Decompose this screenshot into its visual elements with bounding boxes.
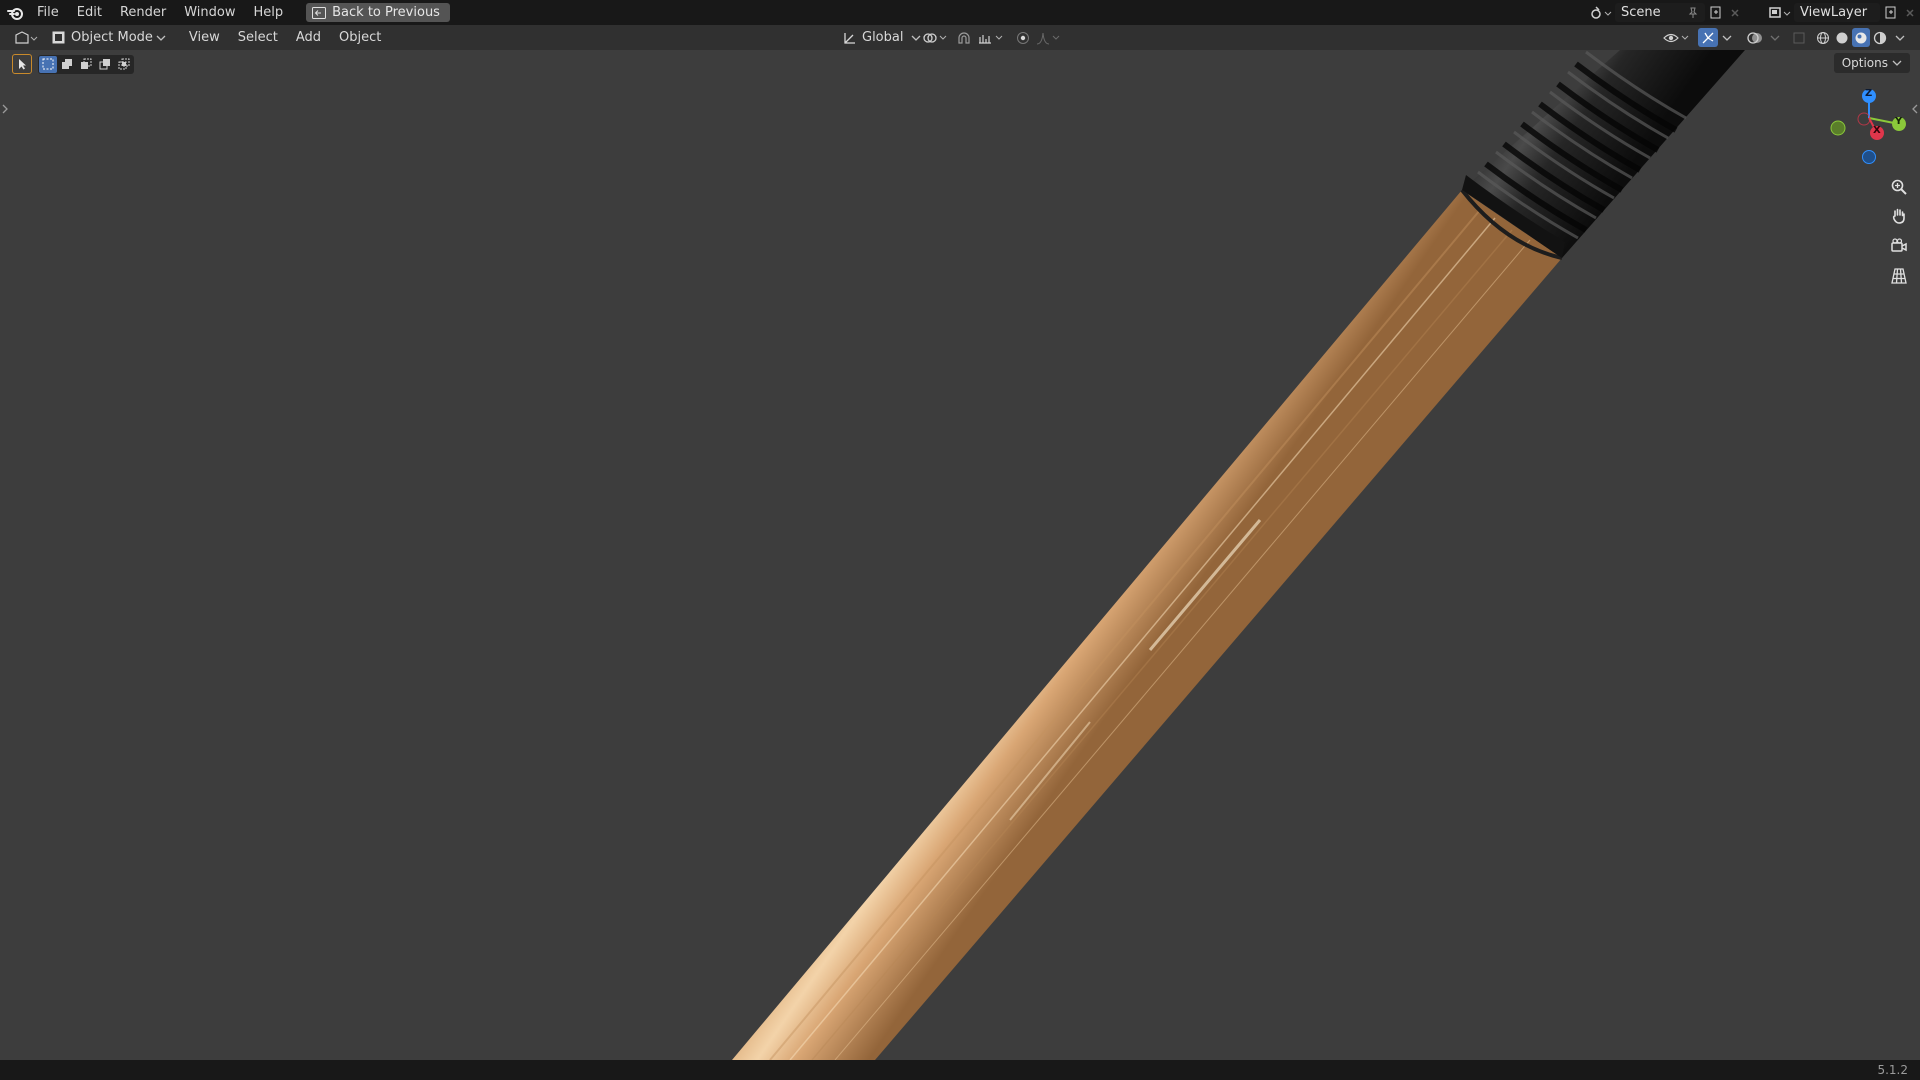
zoom-icon bbox=[1890, 178, 1908, 196]
shading-dropdown-icon[interactable] bbox=[1893, 28, 1907, 47]
chevron-down-icon bbox=[1892, 59, 1902, 67]
transform-orientation-dropdown[interactable]: Global bbox=[838, 28, 925, 47]
menu-select[interactable]: Select bbox=[233, 28, 283, 47]
view-layer-name: ViewLayer bbox=[1800, 5, 1868, 20]
3d-viewport[interactable] bbox=[0, 50, 1920, 1060]
menu-window[interactable]: Window bbox=[175, 0, 244, 25]
snap-icon[interactable] bbox=[955, 28, 973, 47]
snap-target-icon[interactable] bbox=[976, 28, 1006, 47]
select-invert-icon[interactable] bbox=[96, 56, 114, 73]
options-label: Options bbox=[1841, 56, 1888, 70]
menu-render[interactable]: Render bbox=[111, 0, 175, 25]
pivot-point-icon[interactable] bbox=[920, 28, 950, 47]
view-layer-browse-icon[interactable] bbox=[1766, 6, 1794, 20]
menu-help[interactable]: Help bbox=[245, 0, 293, 25]
zoom-view-button[interactable] bbox=[1886, 174, 1912, 200]
shading-material-icon[interactable] bbox=[1852, 28, 1870, 47]
viewport-header: Object Mode View Select Add Object Globa… bbox=[0, 25, 1920, 50]
overlays-icon[interactable] bbox=[1744, 28, 1766, 47]
object-mode-label: Object Mode bbox=[71, 30, 153, 45]
sidebar-toggle-icon[interactable] bbox=[1911, 102, 1919, 116]
screen-back-icon bbox=[312, 6, 327, 19]
editor-type-icon[interactable] bbox=[12, 28, 40, 47]
transform-orientation-label: Global bbox=[862, 30, 904, 45]
gizmo-y-label: Y bbox=[1895, 116, 1903, 127]
perspective-toggle-button[interactable] bbox=[1886, 263, 1912, 289]
hammer-handle-model bbox=[732, 50, 1745, 1060]
chevron-down-icon bbox=[156, 34, 166, 42]
scene-browse-icon[interactable] bbox=[1587, 5, 1615, 20]
gizmo-dropdown-icon[interactable] bbox=[1720, 28, 1734, 47]
version-label: 5.1.2 bbox=[1877, 1063, 1908, 1077]
selection-mode-group bbox=[38, 54, 134, 74]
new-scene-icon[interactable] bbox=[1705, 6, 1727, 20]
select-subtract-icon[interactable] bbox=[77, 56, 95, 73]
menu-add[interactable]: Add bbox=[291, 28, 326, 47]
hand-icon bbox=[1890, 207, 1908, 225]
navigation-gizmo[interactable]: Z Y X bbox=[1822, 82, 1912, 172]
status-bar: 5.1.2 bbox=[0, 1060, 1920, 1080]
remove-view-layer-icon[interactable] bbox=[1902, 8, 1918, 18]
toolbar-toggle-icon[interactable] bbox=[1, 102, 9, 116]
back-to-previous-button[interactable]: Back to Previous bbox=[306, 3, 450, 22]
gizmo-x-label: X bbox=[1873, 125, 1881, 136]
proportional-editing-icon[interactable] bbox=[1013, 28, 1033, 47]
overlays-dropdown-icon[interactable] bbox=[1768, 28, 1782, 47]
visibility-eye-icon[interactable] bbox=[1661, 28, 1693, 47]
menu-object[interactable]: Object bbox=[334, 28, 386, 47]
remove-scene-icon[interactable] bbox=[1727, 8, 1743, 18]
shading-solid-icon[interactable] bbox=[1833, 28, 1851, 47]
object-mode-icon bbox=[52, 31, 65, 44]
top-menu-bar: File Edit Render Window Help Back to Pre… bbox=[0, 0, 1920, 25]
gizmo-z-label: Z bbox=[1865, 88, 1873, 99]
back-to-previous-label: Back to Previous bbox=[332, 5, 440, 20]
select-tool-icon[interactable] bbox=[12, 54, 32, 74]
options-dropdown[interactable]: Options bbox=[1833, 53, 1910, 73]
falloff-curve-icon[interactable] bbox=[1035, 28, 1063, 47]
select-new-icon[interactable] bbox=[39, 55, 57, 73]
menu-file[interactable]: File bbox=[28, 0, 68, 25]
new-view-layer-icon[interactable] bbox=[1880, 6, 1902, 20]
pin-icon[interactable] bbox=[1687, 7, 1699, 19]
scene-name: Scene bbox=[1621, 5, 1661, 20]
menu-edit[interactable]: Edit bbox=[68, 0, 111, 25]
tool-header bbox=[12, 54, 134, 74]
menu-view[interactable]: View bbox=[184, 28, 225, 47]
camera-view-button[interactable] bbox=[1886, 233, 1912, 259]
select-extend-icon[interactable] bbox=[58, 56, 76, 73]
pan-view-button[interactable] bbox=[1886, 203, 1912, 229]
gizmo-toggle-icon[interactable] bbox=[1698, 28, 1718, 47]
grid-perspective-icon bbox=[1890, 267, 1908, 285]
object-mode-dropdown[interactable]: Object Mode bbox=[48, 28, 170, 47]
camera-icon bbox=[1890, 237, 1908, 255]
scene-name-field[interactable]: Scene bbox=[1615, 3, 1705, 22]
shading-wireframe-icon[interactable] bbox=[1814, 28, 1832, 47]
blender-logo-icon[interactable] bbox=[2, 0, 28, 25]
shading-rendered-icon[interactable] bbox=[1871, 28, 1889, 47]
view-layer-field[interactable]: ViewLayer bbox=[1794, 3, 1880, 22]
xray-toggle-icon[interactable] bbox=[1790, 28, 1808, 47]
select-intersect-icon[interactable] bbox=[115, 56, 133, 73]
orientation-axes-icon bbox=[842, 31, 856, 45]
